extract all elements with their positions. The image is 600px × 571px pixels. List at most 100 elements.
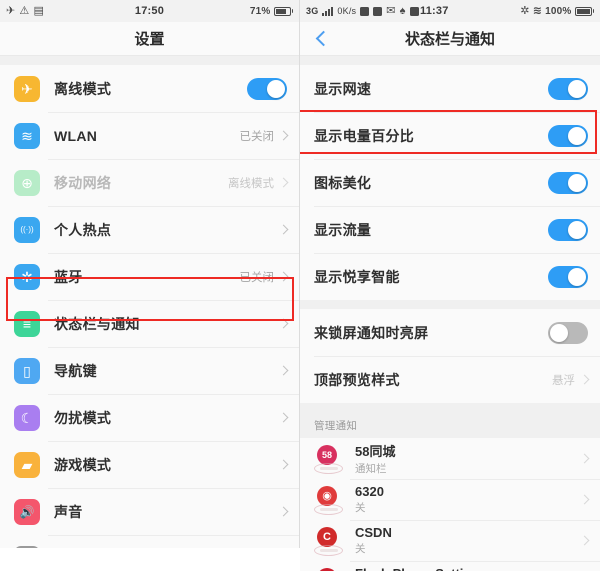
toggle-knob (568, 79, 586, 98)
statusbar-icon: ≡ (14, 310, 40, 337)
app-status: 关 (355, 502, 366, 514)
notification-app-row-1[interactable]: ◉ 6320 关 (300, 479, 600, 520)
statusbar-option-control (548, 171, 588, 194)
sidebar-item-control (247, 77, 287, 100)
app-disc: ƒ (317, 567, 337, 571)
network-type-label: 3G (306, 6, 319, 16)
sidebar-item-9[interactable]: 🔊 声音 (0, 488, 299, 535)
app-disc: C (317, 526, 337, 547)
sidebar-item-8[interactable]: ▰ 游戏模式 (0, 441, 299, 488)
chevron-right-icon (579, 453, 590, 464)
brightness-icon: ☀ (14, 545, 40, 548)
toggle-switch-on[interactable] (548, 265, 588, 288)
watermark-icon (314, 462, 343, 474)
right-section-gap (300, 403, 600, 411)
sidebar-item-control (278, 318, 289, 329)
app-text-block: 58同城 通知栏 (355, 441, 395, 476)
right-statusbar-notification-panel: 3G 0K/s ✉ ♠ 11:37 ✲ ≋ 100% 状态栏与通知 显示网速 显… (300, 0, 600, 571)
chevron-right-icon (278, 318, 289, 329)
back-chevron-icon[interactable] (314, 31, 330, 47)
sidebar-item-control: 已关闭 (239, 269, 289, 285)
sidebar-item-value: 离线模式 (228, 177, 274, 190)
sidebar-item-label: 游戏模式 (54, 456, 112, 473)
right-status-battery-group: ✲ ≋ 100% (520, 5, 594, 17)
toggle-switch-on[interactable] (548, 124, 588, 147)
left-status-icons: ✈ ⚠ ▤ (6, 4, 45, 17)
sidebar-item-value: 已关闭 (239, 130, 275, 143)
notification-option-control: 悬浮 (552, 372, 590, 388)
app-disc: 58 (317, 444, 337, 465)
notification-option-0[interactable]: 来锁屏通知时亮屏 (300, 309, 600, 356)
chevron-right-icon (278, 130, 289, 141)
sidebar-item-label: 蓝牙 (54, 268, 83, 285)
toggle-knob (568, 126, 586, 145)
statusbar-option-1[interactable]: 显示电量百分比 (300, 112, 600, 159)
notification-options-group: 来锁屏通知时亮屏 顶部预览样式 悬浮 (300, 309, 600, 403)
sidebar-item-label: 离线模式 (54, 80, 112, 97)
sidebar-item-4[interactable]: ✲ 蓝牙 已关闭 (0, 253, 299, 300)
right-top-gap (300, 56, 600, 65)
statusbar-options-group: 显示网速显示电量百分比 图标美化 显示流量 显示悦享智能 (300, 65, 600, 300)
mail-icon: ✉ (386, 4, 396, 17)
watermark-icon (314, 544, 343, 556)
sidebar-item-control (278, 365, 289, 376)
notification-option-control (548, 321, 588, 344)
sidebar-item-7[interactable]: ☾ 勿扰模式 (0, 394, 299, 441)
sidebar-item-5[interactable]: ≡ 状态栏与通知 (0, 300, 299, 347)
sidebar-item-3[interactable]: ((·)) 个人热点 (0, 206, 299, 253)
app-text-block: 6320 关 (355, 484, 384, 515)
statusbar-option-label: 显示网速 (314, 80, 372, 97)
toggle-switch-on[interactable] (247, 77, 287, 100)
sidebar-item-1[interactable]: ≋ WLAN 已关闭 (0, 112, 299, 159)
globe-icon: ⊕ (14, 169, 40, 196)
sidebar-item-10[interactable]: ☀显示与亮度 (0, 535, 299, 548)
sidebar-item-6[interactable]: ▯ 导航键 (0, 347, 299, 394)
left-settings-list: ✈ 离线模式 ≋ WLAN 已关闭 ⊕ 移动网络 离线模式 ((·)) 个人热点 ✲ 蓝牙 已关闭 ≡ 状态… (0, 65, 299, 548)
sidebar-item-control (278, 459, 289, 470)
statusbar-option-4[interactable]: 显示悦享智能 (300, 253, 600, 300)
notification-option-1[interactable]: 顶部预览样式 悬浮 (300, 356, 600, 403)
sidebar-item-control: 离线模式 (228, 175, 289, 191)
right-page-title: 状态栏与通知 (404, 31, 495, 48)
toggle-switch-on[interactable] (548, 171, 588, 194)
statusbar-option-control (548, 77, 588, 100)
sidebar-item-control: 已关闭 (239, 128, 289, 144)
app-csdn-icon: C (314, 526, 344, 556)
notification-option-value: 悬浮 (552, 374, 575, 387)
notify-icon: ♠ (399, 4, 406, 17)
toggle-switch-on[interactable] (548, 77, 588, 100)
battery-icon (574, 6, 594, 16)
battery-icon (273, 6, 293, 16)
left-top-gap (0, 56, 299, 65)
alarm-icon: ▤ (33, 4, 45, 17)
right-status-bar: 3G 0K/s ✉ ♠ 11:37 ✲ ≋ 100% (300, 0, 600, 22)
wifi-icon: ≋ (14, 122, 40, 149)
sim-icon (360, 6, 370, 16)
notification-app-row-0[interactable]: 58 58同城 通知栏 (300, 438, 600, 479)
sync-icon (373, 6, 383, 16)
notification-app-row-3[interactable]: ƒ Flash Player Settings关 (300, 561, 600, 571)
sd-icon (409, 6, 419, 16)
left-title-bar: 设置 (0, 22, 299, 56)
sidebar-item-2[interactable]: ⊕ 移动网络 离线模式 (0, 159, 299, 206)
toggle-switch-on[interactable] (548, 218, 588, 241)
app-name: Flash Player Settings (355, 566, 487, 571)
statusbar-option-0[interactable]: 显示网速 (300, 65, 600, 112)
toggle-switch-off[interactable] (548, 321, 588, 344)
left-settings-panel: ✈ ⚠ ▤ 17:50 71% 设置 ✈ 离线模式 ≋ WLAN 已关闭 ⊕ 移动网络 离线模… (0, 0, 300, 548)
app-text-block: CSDN 关 (355, 525, 392, 556)
statusbar-option-2[interactable]: 图标美化 (300, 159, 600, 206)
notification-option-label: 顶部预览样式 (314, 371, 400, 388)
statusbar-option-3[interactable]: 显示流量 (300, 206, 600, 253)
sidebar-item-value: 已关闭 (239, 271, 275, 284)
sidebar-item-label: 移动网络 (54, 174, 112, 191)
statusbar-option-control (548, 218, 588, 241)
sidebar-item-0[interactable]: ✈ 离线模式 (0, 65, 299, 112)
sidebar-item-label: 个人热点 (54, 221, 112, 238)
right-status-icons: 3G 0K/s ✉ ♠ (306, 4, 419, 17)
notification-app-row-2[interactable]: C CSDN 关 (300, 520, 600, 561)
notification-option-label: 来锁屏通知时亮屏 (314, 324, 429, 341)
chevron-right-icon (278, 412, 289, 423)
manage-notifications-header: 管理通知 (300, 411, 600, 438)
network-speed-label: 0K/s (337, 6, 357, 16)
